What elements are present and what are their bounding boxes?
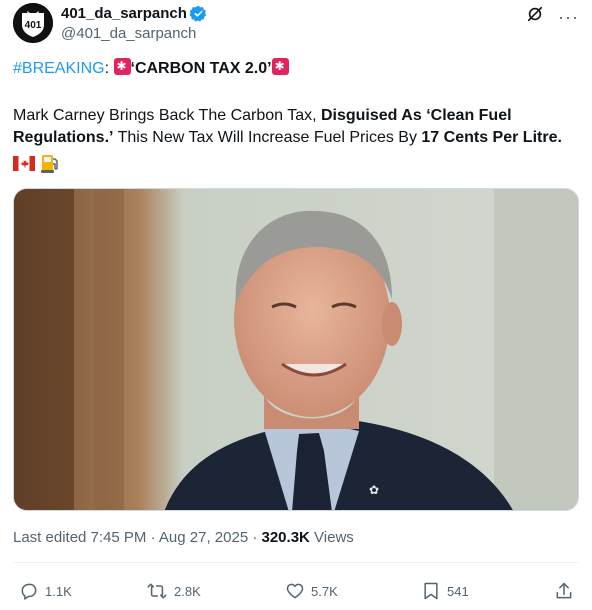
tweet-meta: Last edited 7:45 PM · Aug 27, 2025 · 320… bbox=[13, 529, 354, 546]
colon-text: : bbox=[104, 60, 110, 77]
tweet-header: 401 401_da_sarpanch @401_da_sarpanch ··· bbox=[13, 3, 579, 45]
handle[interactable]: @401_da_sarpanch bbox=[61, 25, 207, 42]
repost-button[interactable]: 2.8K bbox=[146, 577, 201, 605]
emoji-row bbox=[13, 153, 579, 176]
bookmark-button[interactable]: 541 bbox=[421, 577, 469, 605]
user-info: 401_da_sarpanch @401_da_sarpanch bbox=[61, 3, 207, 42]
name-row: 401_da_sarpanch bbox=[61, 3, 207, 23]
siren-icon bbox=[113, 58, 131, 75]
body-text-2: This New Tax Will Increase Fuel Prices B… bbox=[113, 129, 422, 146]
repost-count: 2.8K bbox=[174, 583, 201, 599]
like-button[interactable]: 5.7K bbox=[285, 577, 338, 605]
action-bar: 1.1K 2.8K 5.7K 541 bbox=[13, 577, 579, 605]
photo-image: ✿ bbox=[14, 189, 578, 510]
divider bbox=[13, 562, 579, 563]
grok-icon[interactable] bbox=[526, 5, 544, 28]
edited-timestamp[interactable]: Last edited 7:45 PM · Aug 27, 2025 · bbox=[13, 529, 262, 546]
breaking-line: #BREAKING: ‘CARBON TAX 2.0’ bbox=[13, 58, 579, 80]
more-options-icon[interactable]: ··· bbox=[558, 8, 579, 26]
tweet-body: Mark Carney Brings Back The Carbon Tax, … bbox=[13, 105, 579, 149]
fuel-pump-icon bbox=[41, 155, 59, 173]
canada-flag-icon bbox=[13, 156, 35, 171]
like-count: 5.7K bbox=[311, 583, 338, 599]
reply-button[interactable]: 1.1K bbox=[19, 577, 72, 605]
reply-count: 1.1K bbox=[45, 583, 72, 599]
reply-icon bbox=[21, 583, 37, 600]
highway-shield-icon: 401 bbox=[13, 3, 53, 43]
repost-icon bbox=[147, 583, 167, 599]
share-icon bbox=[556, 582, 572, 599]
bookmark-count: 541 bbox=[447, 583, 469, 599]
verified-badge-icon bbox=[189, 5, 207, 22]
bookmark-icon bbox=[424, 582, 438, 600]
views-label: Views bbox=[309, 529, 354, 546]
svg-text:✿: ✿ bbox=[369, 483, 379, 497]
body-bold-2: 17 Cents Per Litre. bbox=[421, 129, 562, 146]
top-actions: ··· bbox=[526, 5, 579, 28]
views-count: 320.3K bbox=[261, 529, 310, 546]
headline-text: ‘CARBON TAX 2.0’ bbox=[130, 60, 272, 77]
tweet-photo[interactable]: ✿ bbox=[13, 188, 579, 511]
display-name[interactable]: 401_da_sarpanch bbox=[61, 5, 187, 22]
avatar[interactable]: 401 bbox=[13, 3, 53, 43]
avatar-text: 401 bbox=[25, 20, 42, 31]
body-text-1: Mark Carney Brings Back The Carbon Tax, bbox=[13, 107, 321, 124]
share-button[interactable] bbox=[554, 577, 574, 605]
heart-icon bbox=[286, 583, 304, 599]
hashtag-link[interactable]: #BREAKING bbox=[13, 60, 105, 77]
siren-icon bbox=[271, 58, 289, 75]
